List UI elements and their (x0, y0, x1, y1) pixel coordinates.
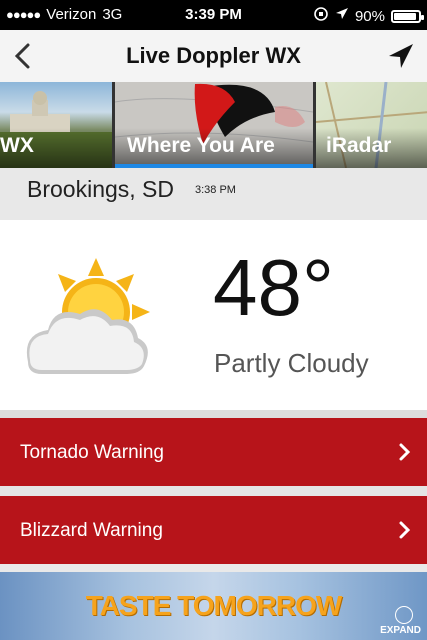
location-name: Brookings, SD (27, 176, 175, 202)
location-services-icon (335, 7, 349, 25)
tile-label: Where You Are (127, 134, 275, 157)
location-arrow-icon (389, 44, 413, 68)
chevron-right-icon (399, 521, 411, 539)
app-header: Live Doppler WX (0, 30, 427, 82)
expand-label[interactable]: EXPAND (380, 625, 421, 636)
battery-icon (391, 9, 424, 23)
tile-iradar[interactable]: iRadar (316, 82, 427, 168)
tornado-warning-item[interactable]: Tornado Warning (0, 418, 427, 486)
current-location-button[interactable] (385, 40, 417, 72)
condition-text: Partly Cloudy (214, 348, 369, 378)
updated-time: 3:38 PM (195, 184, 236, 196)
ad-text: TASTE TOMORROW (85, 590, 343, 621)
partly-cloudy-icon (26, 258, 150, 374)
divider (0, 486, 427, 496)
location-bar: Brookings, SD 3:38 PM (0, 168, 427, 220)
current-conditions[interactable]: 48° Partly Cloudy (0, 220, 427, 410)
expand-icon[interactable] (395, 606, 413, 624)
tile-where-you-are[interactable]: Where You Are (115, 82, 313, 168)
tile-label: iRadar (326, 134, 392, 157)
blizzard-warning-item[interactable]: Blizzard Warning (0, 496, 427, 564)
battery-percent: 90% (354, 7, 385, 25)
tile-wx[interactable]: WX (0, 82, 112, 168)
rotation-lock-icon (313, 6, 329, 26)
banner-ad[interactable]: TASTE TOMORROW EXPAND (0, 572, 427, 640)
view-carousel[interactable]: WX Where You Are iRadar (0, 82, 427, 168)
warning-label: Tornado Warning (20, 442, 164, 463)
page-title: Live Doppler WX (126, 43, 301, 68)
tile-label: WX (0, 134, 34, 157)
warning-label: Blizzard Warning (20, 520, 163, 541)
temperature: 48° (213, 243, 334, 332)
divider (0, 410, 427, 418)
chevron-right-icon (399, 443, 411, 461)
status-bar: ●●●●● Verizon 3G 3:39 PM 90% (0, 0, 427, 30)
